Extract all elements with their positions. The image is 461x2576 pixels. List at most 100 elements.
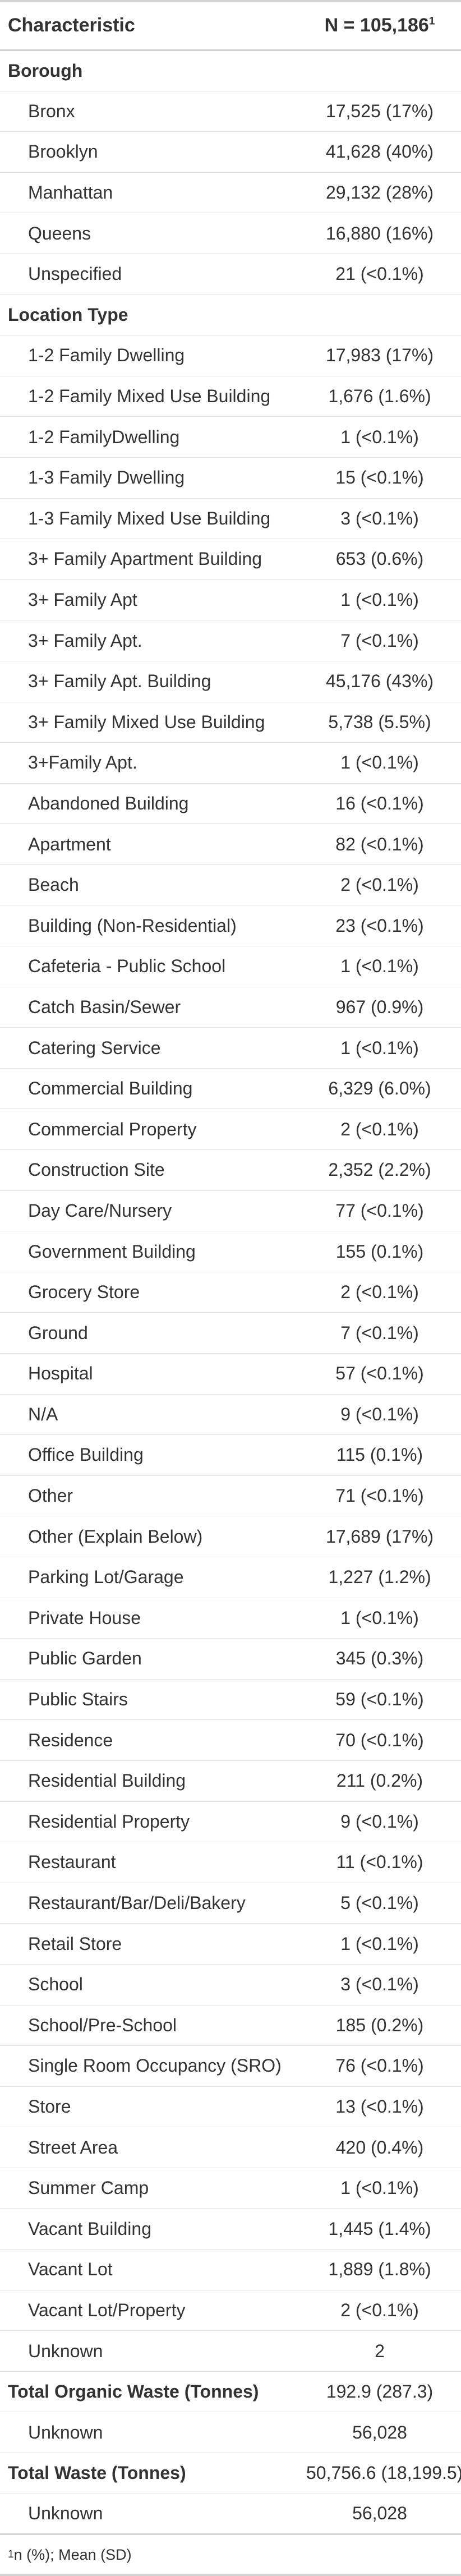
row-label: Other (Explain Below) [0, 1516, 298, 1557]
row-value: 211 (0.2%) [298, 1760, 461, 1802]
row-label: Private House [0, 1597, 298, 1639]
row-value: 56,028 [298, 2412, 461, 2453]
group-label: Total Waste (Tonnes) [0, 2453, 298, 2494]
row-value: 1 (<0.1%) [298, 1597, 461, 1639]
table-row: Single Room Occupancy (SRO) 76 (<0.1%) [0, 2045, 461, 2087]
row-label: Residential Building [0, 1760, 298, 1802]
row-value: 82 (<0.1%) [298, 824, 461, 865]
table-row: 1-3 Family Mixed Use Building 3 (<0.1%) [0, 498, 461, 539]
table-row: Restaurant 11 (<0.1%) [0, 1842, 461, 1883]
row-value: 57 (<0.1%) [298, 1353, 461, 1395]
row-label: Manhattan [0, 172, 298, 213]
row-value: 17,689 (17%) [298, 1516, 461, 1557]
row-label: 3+ Family Apartment Building [0, 539, 298, 580]
row-label: 3+ Family Mixed Use Building [0, 701, 298, 743]
row-label: Residential Property [0, 1801, 298, 1842]
table-row: Building (Non-Residential) 23 (<0.1%) [0, 905, 461, 946]
row-value: 653 (0.6%) [298, 539, 461, 580]
row-value: 115 (0.1%) [298, 1434, 461, 1476]
table-row: Government Building 155 (0.1%) [0, 1231, 461, 1272]
table-row: Apartment 82 (<0.1%) [0, 824, 461, 865]
row-label: Unknown [0, 2493, 298, 2536]
row-label: Parking Lot/Garage [0, 1556, 298, 1598]
row-label: Ground [0, 1312, 298, 1354]
row-label: Unknown [0, 2330, 298, 2372]
row-value: 1,889 (1.8%) [298, 2249, 461, 2290]
row-label: Vacant Building [0, 2208, 298, 2250]
table-row: School 3 (<0.1%) [0, 1963, 461, 2005]
row-label: Other [0, 1475, 298, 1516]
table-row: Other 71 (<0.1%) [0, 1475, 461, 1516]
summary-table: Characteristic N = 105,1861 Borough Bronx… [0, 0, 461, 2536]
table-row: 1-2 FamilyDwelling 1 (<0.1%) [0, 416, 461, 458]
table-row: 3+ Family Mixed Use Building 5,738 (5.5%) [0, 701, 461, 743]
table-row: 3+ Family Apt. 7 (<0.1%) [0, 620, 461, 661]
table-row: Vacant Lot/Property 2 (<0.1%) [0, 2289, 461, 2331]
row-value: 59 (<0.1%) [298, 1678, 461, 1720]
row-label: 1-2 Family Dwelling [0, 335, 298, 376]
row-label: Government Building [0, 1231, 298, 1272]
row-label: 3+Family Apt. [0, 742, 298, 784]
table-row: Residence 70 (<0.1%) [0, 1719, 461, 1761]
table-row: Beach 2 (<0.1%) [0, 864, 461, 905]
table-group-row: Borough [0, 50, 461, 91]
table-row: Ground 7 (<0.1%) [0, 1312, 461, 1354]
table-row: Private House 1 (<0.1%) [0, 1597, 461, 1639]
row-value: 1,227 (1.2%) [298, 1556, 461, 1598]
row-value: 15 (<0.1%) [298, 457, 461, 499]
row-value: 76 (<0.1%) [298, 2045, 461, 2087]
row-value: 3 (<0.1%) [298, 1963, 461, 2005]
row-value: 1,676 (1.6%) [298, 375, 461, 417]
row-value: 155 (0.1%) [298, 1231, 461, 1272]
row-value: 56,028 [298, 2493, 461, 2536]
table-row: Catering Service 1 (<0.1%) [0, 1027, 461, 1069]
row-label: Unknown [0, 2412, 298, 2453]
table-row: Residential Property 9 (<0.1%) [0, 1801, 461, 1842]
table-row: Day Care/Nursery 77 (<0.1%) [0, 1190, 461, 1231]
footnote-marker: 1 [428, 15, 435, 27]
table-row: Vacant Building 1,445 (1.4%) [0, 2208, 461, 2250]
table-row: 3+ Family Apt. Building 45,176 (43%) [0, 660, 461, 702]
row-value: 1 (<0.1%) [298, 1923, 461, 1965]
table-row: Hospital 57 (<0.1%) [0, 1353, 461, 1395]
table-row: Bronx 17,525 (17%) [0, 90, 461, 132]
row-value: 71 (<0.1%) [298, 1475, 461, 1516]
row-value: 16 (<0.1%) [298, 783, 461, 824]
footnote-text: n (%); Mean (SD) [13, 2546, 132, 2563]
row-value: 3 (<0.1%) [298, 498, 461, 539]
row-label: School/Pre-School [0, 2004, 298, 2046]
table-row: 3+Family Apt. 1 (<0.1%) [0, 742, 461, 784]
row-value: 7 (<0.1%) [298, 620, 461, 661]
row-label: Day Care/Nursery [0, 1190, 298, 1231]
table-group-row: Total Organic Waste (Tonnes) 192.9 (287.3… [0, 2371, 461, 2412]
table-row: Office Building 115 (0.1%) [0, 1434, 461, 1476]
row-value: 13 (<0.1%) [298, 2086, 461, 2127]
row-label: Retail Store [0, 1923, 298, 1965]
row-value: 1 (<0.1%) [298, 742, 461, 784]
table-row: Brooklyn 41,628 (40%) [0, 131, 461, 173]
row-label: Vacant Lot [0, 2249, 298, 2290]
row-label: Unspecified [0, 253, 298, 295]
row-label: Abandoned Building [0, 783, 298, 824]
row-label: Catch Basin/Sewer [0, 986, 298, 1028]
group-label: Borough [8, 60, 83, 81]
row-value: 41,628 (40%) [298, 131, 461, 173]
row-value: 1 (<0.1%) [298, 579, 461, 620]
table-row: Catch Basin/Sewer 967 (0.9%) [0, 986, 461, 1028]
table-row: 1-2 Family Dwelling 17,983 (17%) [0, 335, 461, 376]
row-label: Brooklyn [0, 131, 298, 173]
table-group-row: Location Type [0, 294, 461, 335]
table-row: Unspecified 21 (<0.1%) [0, 253, 461, 295]
row-label: Hospital [0, 1353, 298, 1395]
table-row: Construction Site 2,352 (2.2%) [0, 1149, 461, 1191]
row-label: Cafeteria - Public School [0, 946, 298, 987]
row-label: Beach [0, 864, 298, 905]
row-label: Apartment [0, 824, 298, 865]
table-body: Borough Bronx 17,525 (17%) Brooklyn 41,628 (… [0, 50, 461, 2536]
row-label: Commercial Building [0, 1068, 298, 1109]
row-value: 6,329 (6.0%) [298, 1068, 461, 1109]
table-row: Unknown 2 [0, 2330, 461, 2372]
row-value: 2 (<0.1%) [298, 864, 461, 905]
n-label: N = 105,186 [324, 15, 429, 36]
row-value: 5 (<0.1%) [298, 1882, 461, 1924]
